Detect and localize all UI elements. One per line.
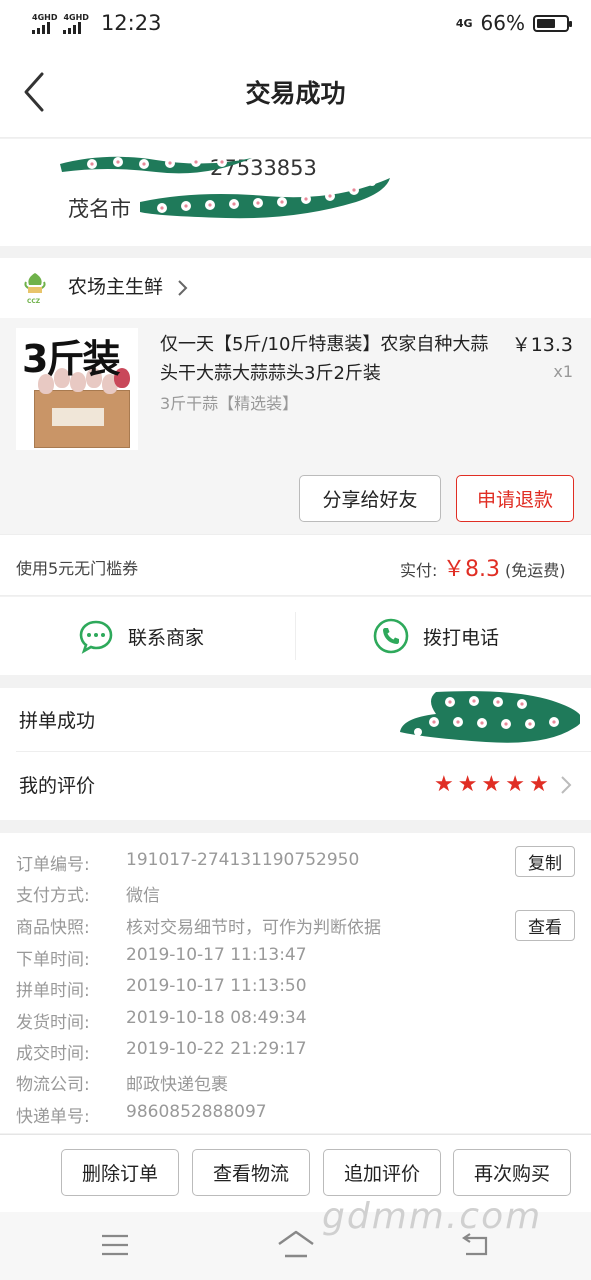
sim1-label: 4GHD bbox=[32, 12, 58, 22]
battery-percent: 66% bbox=[480, 11, 525, 35]
product-title[interactable]: 仅一天【5斤/10斤特惠装】农家自种大蒜头干大蒜大蒜蒜头3斤2斤装 bbox=[160, 330, 500, 388]
order-info-value: 2019-10-22 21:29:17 bbox=[126, 1039, 307, 1059]
header: 交易成功 bbox=[0, 46, 591, 138]
add-review-button[interactable]: 追加评价 bbox=[323, 1149, 441, 1196]
signal-bars-icon bbox=[32, 21, 50, 34]
chat-bubble-icon bbox=[79, 620, 113, 654]
redaction-scribble bbox=[400, 691, 580, 743]
delete-order-button[interactable]: 删除订单 bbox=[61, 1149, 179, 1196]
product-price: ￥13.3 bbox=[511, 334, 573, 356]
order-info-key: 商品快照: bbox=[16, 918, 90, 938]
signal-sim2: 4GHD bbox=[63, 12, 89, 34]
clock: 12:23 bbox=[100, 11, 162, 35]
star-icon: ★ bbox=[481, 772, 502, 797]
rebuy-button[interactable]: 再次购买 bbox=[453, 1149, 571, 1196]
order-info-value: 2019-10-17 11:13:47 bbox=[126, 945, 307, 965]
signal-bars-icon bbox=[63, 21, 82, 34]
battery-icon bbox=[533, 14, 572, 32]
my-review-row[interactable]: 我的评价 bbox=[19, 771, 95, 798]
divider bbox=[295, 612, 296, 660]
order-info-key: 成交时间: bbox=[16, 1044, 90, 1064]
signal-sim1: 4GHD bbox=[32, 13, 57, 34]
order-info-value: 2019-10-17 11:13:50 bbox=[126, 976, 307, 996]
row-divider bbox=[16, 751, 591, 752]
order-info-value: 191017-274131190752950 bbox=[126, 850, 360, 870]
order-info-key: 发货时间: bbox=[16, 1013, 90, 1033]
chevron-right-icon bbox=[561, 776, 572, 794]
order-info-value: 邮政快递包裹 bbox=[126, 1075, 228, 1095]
star-icon: ★ bbox=[505, 772, 525, 797]
call-button[interactable]: 拨打电话 bbox=[373, 597, 499, 675]
order-info-key: 快递单号: bbox=[16, 1107, 90, 1127]
group-success-row[interactable]: 拼单成功 bbox=[19, 706, 95, 733]
order-info-key: 拼单时间: bbox=[16, 981, 90, 1001]
order-info-value: 2019-10-18 08:49:34 bbox=[126, 1008, 307, 1028]
coupon-text: 使用5元无门槛券 bbox=[16, 559, 139, 578]
product-image[interactable]: 3斤装 bbox=[16, 328, 138, 450]
order-info-value: 核对交易细节时，可作为判断依据 bbox=[126, 918, 381, 938]
product-quantity: x1 bbox=[553, 362, 573, 381]
order-info-key: 物流公司: bbox=[16, 1075, 90, 1095]
watermark: gdmm.com bbox=[322, 1196, 543, 1237]
menu-icon[interactable] bbox=[100, 1234, 130, 1256]
order-info-key: 支付方式: bbox=[16, 886, 90, 906]
share-button[interactable]: 分享给好友 bbox=[299, 475, 441, 522]
contact-merchant-button[interactable]: 联系商家 bbox=[78, 597, 204, 675]
contact-merchant-label: 联系商家 bbox=[128, 626, 205, 649]
shop-name[interactable]: 农场主生鲜 bbox=[68, 272, 163, 299]
shop-logo-text: CCZ bbox=[27, 298, 41, 305]
call-label: 拨打电话 bbox=[423, 626, 500, 649]
order-info-value: 微信 bbox=[126, 886, 160, 906]
package-label bbox=[52, 408, 104, 426]
redaction-scribble bbox=[140, 178, 390, 219]
phone-icon bbox=[373, 618, 409, 654]
shipping-note: (免运费) bbox=[505, 561, 566, 580]
copy-order-number-button[interactable]: 复制 bbox=[515, 846, 575, 877]
product-spec: 3斤干蒜【精选装】 bbox=[160, 394, 299, 413]
star-icon: ★ bbox=[457, 772, 478, 797]
product-image-text: 3斤装 bbox=[22, 337, 120, 381]
star-icon: ★ bbox=[528, 772, 549, 797]
refund-button[interactable]: 申请退款 bbox=[456, 475, 574, 522]
home-icon[interactable] bbox=[276, 1228, 316, 1260]
rating-stars: ★ ★ ★ ★ ★ bbox=[434, 773, 549, 797]
paid-amount: ￥8.3 bbox=[443, 557, 500, 582]
star-icon: ★ bbox=[434, 772, 454, 797]
status-bar: 4GHD 4GHD 12:23 4G 66% bbox=[0, 0, 591, 46]
order-info-value: 9860852888097 bbox=[126, 1102, 267, 1122]
back-arrow-icon[interactable] bbox=[22, 64, 52, 120]
network-type: 4G bbox=[455, 16, 473, 30]
sim2-label: 4GHD bbox=[63, 12, 89, 22]
chevron-right-icon bbox=[178, 280, 188, 296]
paid-label: 实付: bbox=[400, 561, 438, 580]
order-info-key: 订单编号: bbox=[16, 855, 90, 875]
order-info: 订单编号: 191017-274131190752950 支付方式: 微信商品快照: 核… bbox=[0, 833, 591, 1133]
order-info-key: 下单时间: bbox=[16, 950, 90, 970]
view-logistics-button[interactable]: 查看物流 bbox=[192, 1149, 310, 1196]
page-title: 交易成功 bbox=[245, 78, 346, 108]
view-snapshot-button[interactable]: 查看 bbox=[515, 910, 575, 941]
recipient-city: 茂名市 bbox=[68, 197, 131, 221]
